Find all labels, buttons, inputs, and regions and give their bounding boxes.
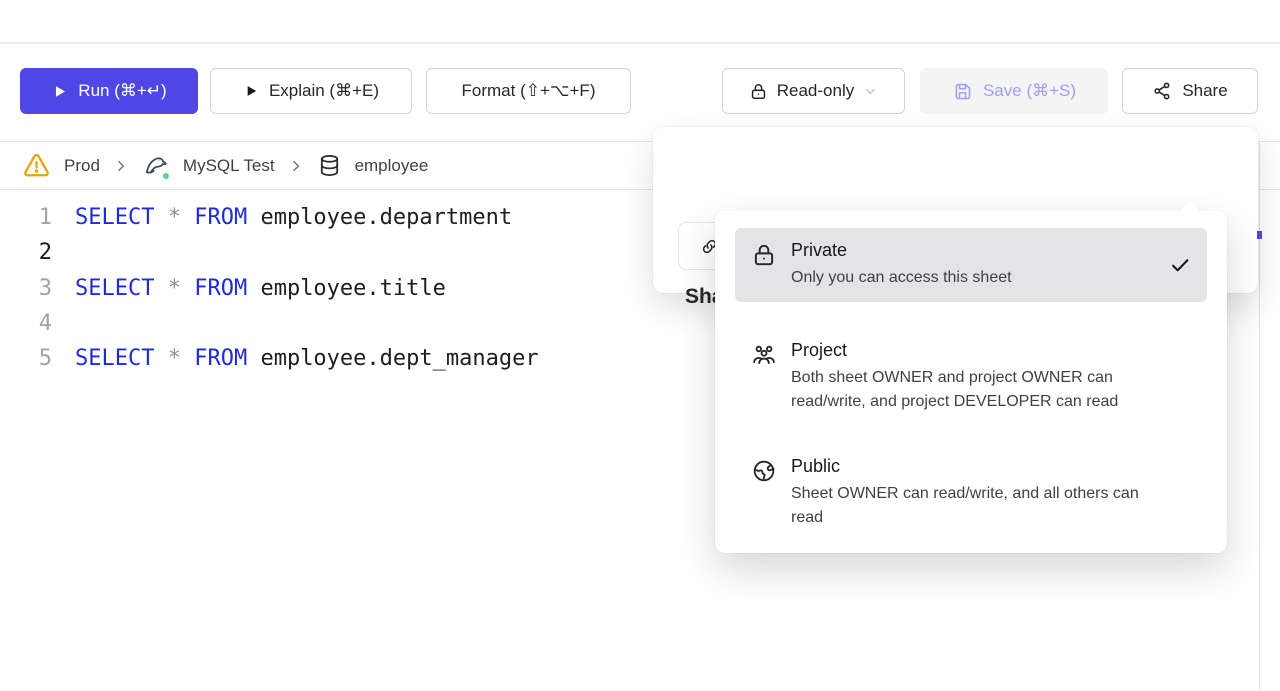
option-title: Project	[791, 340, 1191, 361]
copy-button-sliver	[1257, 231, 1262, 239]
option-title: Public	[791, 456, 1191, 477]
right-panel-border	[1259, 141, 1260, 691]
link-access-menu: Private Only you can access this sheet P…	[715, 210, 1227, 553]
database-cylinder-icon	[317, 153, 342, 178]
lock-icon	[751, 242, 777, 268]
top-divider	[0, 42, 1280, 44]
line-number: 4	[0, 311, 52, 336]
breadcrumb-instance[interactable]: MySQL Test	[183, 156, 275, 176]
share-button-label: Share	[1182, 81, 1227, 101]
globe-icon	[751, 458, 777, 484]
save-button[interactable]: Save (⌘+S)	[920, 68, 1108, 114]
mysql-dolphin-icon	[142, 152, 170, 180]
share-button[interactable]: Share	[1122, 68, 1258, 114]
line-number: 1	[0, 205, 52, 230]
menu-option-public[interactable]: Public Sheet OWNER can read/write, and a…	[735, 444, 1207, 541]
readonly-label: Read-only	[777, 81, 855, 101]
chevron-right-icon	[113, 158, 129, 174]
run-button-label: Run (⌘+↵)	[78, 81, 166, 101]
run-button[interactable]: Run (⌘+↵)	[20, 68, 198, 114]
explain-button-label: Explain (⌘+E)	[269, 81, 379, 101]
play-icon	[51, 83, 68, 100]
menu-option-private[interactable]: Private Only you can access this sheet	[735, 228, 1207, 302]
sql-editor-screen: Run (⌘+↵) Explain (⌘+E) Format (⇧+⌥+F) R…	[0, 0, 1280, 691]
option-title: Private	[791, 240, 1155, 261]
share-nodes-icon	[1152, 81, 1172, 101]
format-button-label: Format (⇧+⌥+F)	[462, 81, 596, 101]
line-number: 3	[0, 276, 52, 301]
option-description: Sheet OWNER can read/write, and all othe…	[791, 482, 1191, 529]
option-description: Both sheet OWNER and project OWNER canre…	[791, 366, 1191, 413]
users-group-icon	[751, 342, 777, 368]
checkmark-icon	[1169, 254, 1191, 276]
warning-triangle-icon	[22, 151, 51, 180]
chevron-down-icon	[863, 84, 878, 99]
breadcrumb-environment[interactable]: Prod	[64, 156, 100, 176]
breadcrumb-database[interactable]: employee	[355, 156, 429, 176]
floppy-disk-icon	[952, 81, 973, 102]
explain-button[interactable]: Explain (⌘+E)	[210, 68, 412, 114]
readonly-mode-dropdown[interactable]: Read-only	[722, 68, 905, 114]
line-number-active: 2	[0, 240, 52, 265]
chevron-right-icon	[288, 158, 304, 174]
lock-icon	[749, 82, 768, 101]
connection-status-dot	[161, 171, 171, 181]
save-button-label: Save (⌘+S)	[983, 81, 1076, 101]
option-description: Only you can access this sheet	[791, 266, 1155, 290]
format-button[interactable]: Format (⇧+⌥+F)	[426, 68, 631, 114]
menu-option-project[interactable]: Project Both sheet OWNER and project OWN…	[735, 328, 1207, 425]
play-icon	[243, 83, 259, 99]
line-number: 5	[0, 346, 52, 371]
